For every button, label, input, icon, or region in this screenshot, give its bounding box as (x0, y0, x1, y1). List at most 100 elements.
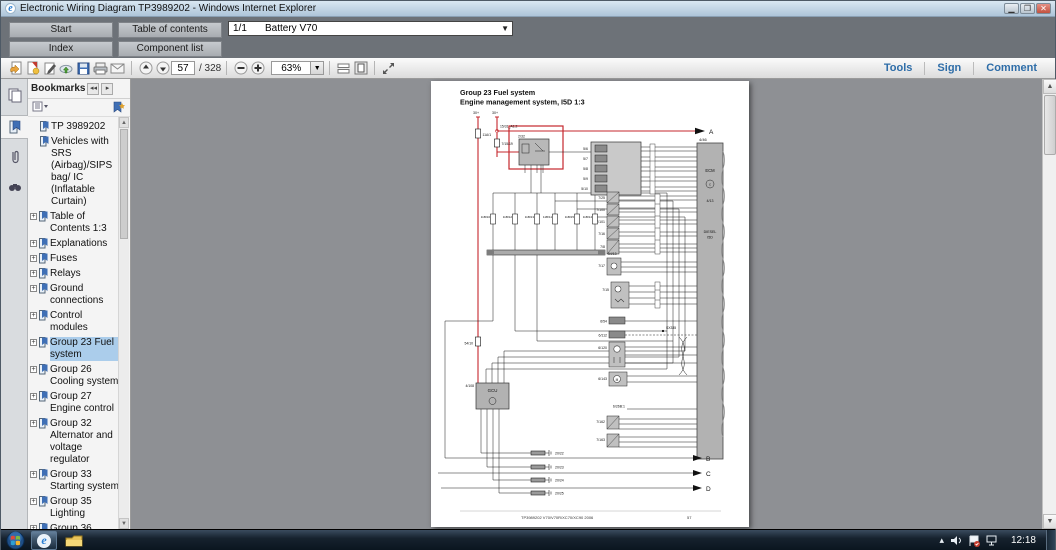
svg-text:7/15: 7/15 (602, 288, 609, 292)
fit-page-icon[interactable] (352, 60, 369, 76)
bookmark-item[interactable]: +Group 26 Cooling system (30, 364, 120, 388)
svg-text:7/8: 7/8 (600, 245, 605, 249)
start-button[interactable]: Start (9, 22, 113, 38)
ie-taskbar-button[interactable]: e (31, 531, 57, 550)
bookmark-item[interactable]: +Group 33 Starting system (30, 469, 120, 493)
zoom-level-value[interactable]: 63% (271, 61, 311, 75)
expand-icon[interactable]: + (30, 213, 37, 220)
scroll-up-icon[interactable]: ▲ (1043, 79, 1056, 94)
page-number-input[interactable] (171, 61, 195, 75)
sign-pen-icon[interactable] (41, 60, 58, 76)
diagram-title-2: Engine management system, I5D 1:3 (460, 98, 585, 107)
print-icon[interactable] (92, 60, 109, 76)
scroll-up-icon[interactable]: ▲ (119, 117, 129, 128)
maximize-button[interactable]: ❐ (1020, 3, 1035, 14)
open-file-icon[interactable] (7, 60, 24, 76)
bookmark-item[interactable]: +Fuses (30, 253, 120, 265)
new-bookmark-icon[interactable] (112, 101, 126, 115)
scroll-down-icon[interactable]: ▼ (1043, 514, 1056, 529)
index-button[interactable]: Index (9, 41, 113, 57)
show-hidden-icons[interactable]: ▴ (939, 535, 944, 546)
binoculars-icon[interactable] (1, 175, 28, 199)
bookmark-item[interactable]: +Group 35 Lighting (30, 496, 120, 520)
collapse-panel-icon[interactable]: ◂◂ (87, 83, 99, 95)
next-page-icon[interactable] (154, 60, 171, 76)
diagram-label: SX335 (666, 326, 676, 330)
scroll-thumb[interactable] (1044, 95, 1056, 155)
bookmark-item[interactable]: +Control modules (30, 310, 120, 334)
bookmark-icon (39, 391, 48, 402)
diagram-select[interactable]: 1/1 Battery V70 ▼ (228, 21, 513, 36)
close-button[interactable]: ✕ (1036, 3, 1051, 14)
bookmark-item-selected[interactable]: +Group 23 Fuel system (30, 337, 120, 361)
volume-icon[interactable] (950, 535, 962, 546)
expand-icon[interactable]: + (30, 471, 37, 478)
diagram-label: 30+ (492, 111, 498, 115)
taskbar-clock[interactable]: 12:18 (1005, 535, 1042, 546)
expand-icon[interactable]: + (30, 339, 37, 346)
comment-link[interactable]: Comment (974, 62, 1049, 74)
expand-icon[interactable]: + (30, 498, 37, 505)
sign-link[interactable]: Sign (925, 62, 973, 74)
bookmarks-panel-icon[interactable] (1, 115, 28, 139)
previous-page-icon[interactable] (137, 60, 154, 76)
expand-icon[interactable]: + (30, 312, 37, 319)
expand-icon[interactable]: + (30, 393, 37, 400)
component-list-button[interactable]: Component list (118, 41, 222, 57)
diagram-label: ECM (705, 168, 715, 173)
save-icon[interactable] (75, 60, 92, 76)
bookmark-item[interactable]: +Group 27 Engine control (30, 391, 120, 415)
diagram-label: 30+ (473, 111, 479, 115)
scroll-down-icon[interactable]: ▼ (119, 518, 129, 529)
bookmark-item[interactable]: +Ground connections (30, 283, 120, 307)
minimize-button[interactable]: ▁ (1004, 3, 1019, 14)
explorer-taskbar-button[interactable] (61, 531, 87, 550)
svg-text:c: c (709, 183, 711, 187)
pdf-toolbar: / 328 63% ▼ Tools Sign Comment (1, 58, 1055, 79)
share-cloud-icon[interactable] (58, 60, 75, 76)
page-thumbnails-icon[interactable] (1, 83, 28, 107)
bookmark-item[interactable]: +Explanations (30, 238, 120, 250)
bookmark-item[interactable]: Vehicles with SRS (Airbag)/SIPS bag/ IC … (30, 136, 120, 208)
expand-icon[interactable]: + (30, 255, 37, 262)
bookmark-icon (40, 136, 49, 147)
diagram-label: GCU (488, 388, 498, 393)
diagram-label: 4/46 (699, 137, 708, 142)
bookmarks-scrollbar[interactable]: ▲ ▼ (118, 117, 129, 529)
diagram-label: 15/31_A1:2 (500, 125, 517, 129)
scrolling-mode-icon[interactable] (335, 60, 352, 76)
expand-icon[interactable]: + (30, 285, 37, 292)
network-icon[interactable] (986, 535, 999, 546)
expand-icon[interactable]: + (30, 270, 37, 277)
zoom-out-icon[interactable] (232, 60, 249, 76)
show-desktop-button[interactable] (1046, 530, 1055, 550)
attachments-icon[interactable] (1, 145, 28, 169)
bookmark-icon (39, 283, 48, 294)
bookmark-item[interactable]: +Relays (30, 268, 120, 280)
email-icon[interactable] (109, 60, 126, 76)
bookmark-options-icon[interactable] (32, 101, 48, 114)
svg-text:7/17: 7/17 (598, 264, 605, 268)
tools-link[interactable]: Tools (872, 62, 925, 74)
document-canvas[interactable]: Group 23 Fuel system Engine management s… (131, 79, 1042, 529)
svg-text:5/6: 5/6 (583, 147, 588, 151)
fullscreen-icon[interactable] (380, 60, 397, 76)
expand-icon[interactable]: + (30, 240, 37, 247)
ie-icon: e (37, 534, 51, 548)
expand-icon[interactable]: + (30, 366, 37, 373)
table-of-contents-button[interactable]: Table of contents (118, 22, 222, 38)
action-center-flag-icon[interactable] (968, 535, 980, 547)
start-button[interactable] (6, 531, 25, 550)
bookmark-item[interactable]: TP 3989202 (30, 121, 120, 133)
expand-panel-icon[interactable]: ▸ (101, 83, 113, 95)
create-pdf-icon[interactable] (24, 60, 41, 76)
bookmark-item[interactable]: +Table of Contents 1:3 (30, 211, 120, 235)
zoom-in-icon[interactable] (249, 60, 266, 76)
vertical-scrollbar[interactable]: ▲ ▼ (1042, 79, 1056, 529)
bookmark-icon (39, 496, 48, 507)
bookmark-icon (39, 418, 48, 429)
bookmark-item[interactable]: +Group 32 Alternator and voltage regulat… (30, 418, 120, 466)
scroll-thumb[interactable] (120, 129, 128, 239)
expand-icon[interactable]: + (30, 420, 37, 427)
zoom-level-dropdown[interactable]: ▼ (311, 61, 324, 75)
